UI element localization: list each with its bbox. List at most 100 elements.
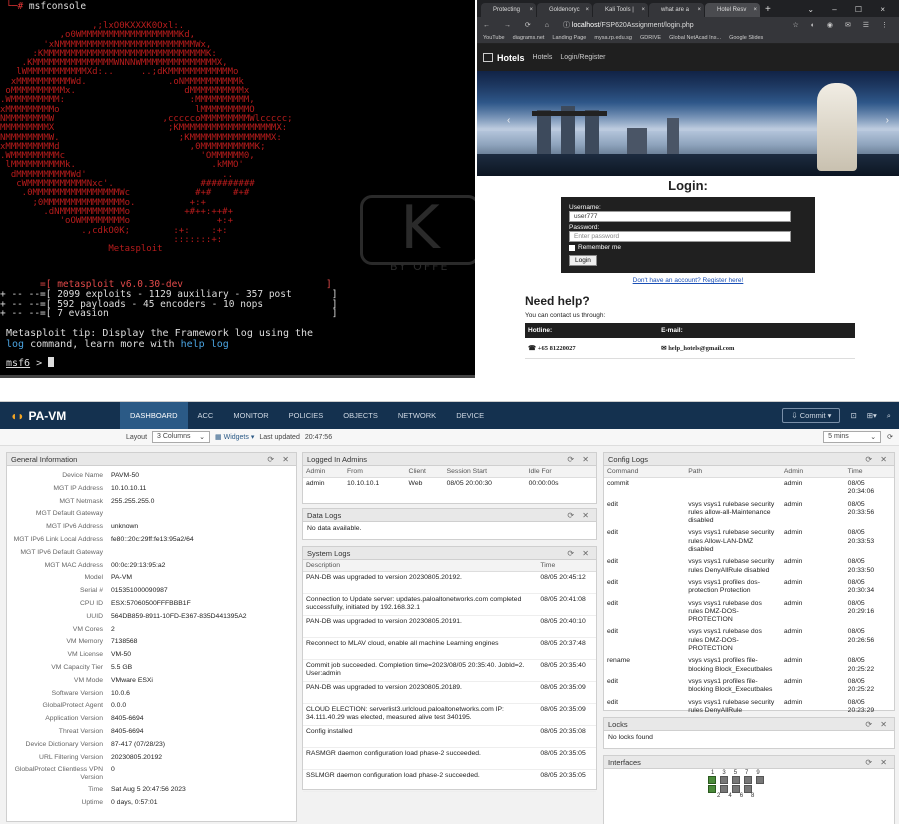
- port-icon[interactable]: [732, 785, 740, 793]
- table-row[interactable]: rename vsys vsys1 profiles file-blocking …: [604, 655, 894, 676]
- config-icon[interactable]: ⊞▾: [867, 411, 877, 420]
- table-row[interactable]: edit vsys vsys1 profiles file-blocking Bl…: [604, 676, 894, 697]
- column-header[interactable]: Path: [685, 466, 781, 478]
- column-header[interactable]: From: [344, 466, 406, 478]
- port-icon[interactable]: [720, 785, 728, 793]
- port-icon[interactable]: [756, 776, 764, 784]
- table-row[interactable]: SSLMGR daemon configuration load phase-2…: [303, 769, 596, 792]
- carousel-next-icon[interactable]: ›: [886, 115, 889, 126]
- metasploit-terminal[interactable]: └─# msfconsole ,;lxO0KXXXK0Oxl:. ,o0WMMM…: [0, 0, 475, 378]
- column-header[interactable]: Time: [537, 560, 596, 572]
- table-row[interactable]: edit vsys vsys1 rulebase dos rules DMZ-DO…: [604, 626, 894, 655]
- table-row[interactable]: commit admin 08/05 20:34:06: [604, 478, 894, 499]
- table-row[interactable]: CLOUD ELECTION: serverlist3.urlcloud.pal…: [303, 703, 596, 726]
- refresh-close-icons[interactable]: ⟳ ✕: [865, 756, 890, 769]
- bookmark-youtube[interactable]: YouTube: [483, 35, 505, 41]
- column-header[interactable]: Admin: [780, 466, 845, 478]
- password-input[interactable]: Enter password: [569, 231, 791, 242]
- browser-tab-active[interactable]: Hotel Resv ×: [705, 3, 760, 17]
- bookmark-landing-page[interactable]: Landing Page: [552, 35, 586, 41]
- close-icon[interactable]: ×: [585, 3, 589, 17]
- terminal-prompt[interactable]: msf6 >: [6, 357, 55, 369]
- port-icon[interactable]: [744, 785, 752, 793]
- table-row[interactable]: PAN-DB was upgraded to version 20230805.…: [303, 681, 596, 704]
- table-row[interactable]: edit vsys vsys1 rulebase security rules A…: [604, 527, 894, 556]
- port-icon[interactable]: [708, 785, 716, 793]
- nav-link-login-register[interactable]: Login/Register: [560, 54, 605, 61]
- table-row[interactable]: edit vsys vsys1 rulebase security rules D…: [604, 556, 894, 577]
- refresh-close-icons[interactable]: ⟳ ✕: [567, 509, 592, 522]
- table-cell: 08/05 20:25:22: [847, 657, 875, 673]
- column-header[interactable]: Time: [844, 466, 894, 478]
- tab-dashboard[interactable]: DASHBOARD: [120, 402, 188, 429]
- browser-tab[interactable]: Protecting ×: [481, 3, 536, 17]
- bookmark-diagrams[interactable]: diagrams.net: [513, 35, 545, 41]
- port-icon[interactable]: [732, 776, 740, 784]
- port-icon[interactable]: [708, 776, 716, 784]
- close-icon[interactable]: ×: [697, 3, 701, 17]
- layout-select[interactable]: 3 Columns ⌄: [152, 431, 211, 443]
- refresh-interval-select[interactable]: 5 mins ⌄: [823, 431, 882, 443]
- table-row[interactable]: edit vsys vsys1 rulebase security rules a…: [604, 499, 894, 528]
- column-header[interactable]: Admin: [303, 466, 345, 478]
- close-icon[interactable]: ×: [753, 3, 757, 17]
- tab-policies[interactable]: POLICIES: [279, 402, 334, 429]
- remember-me-checkbox[interactable]: [569, 244, 575, 251]
- browser-tab[interactable]: Kali Tools | ×: [593, 3, 648, 17]
- table-row[interactable]: admin 10.10.10.1 Web 08/05 20:00:30 00:00:00…: [303, 478, 596, 491]
- address-bar[interactable]: ⓘ localhost/FSP620Assignment/login.php: [563, 20, 694, 30]
- refresh-close-icons[interactable]: ⟳ ✕: [865, 718, 890, 731]
- tab-device[interactable]: DEVICE: [446, 402, 494, 429]
- table-row[interactable]: PAN-DB was upgraded to version 20230805.…: [303, 615, 596, 638]
- column-header[interactable]: Session Start: [443, 466, 526, 478]
- bookmark-mysa[interactable]: mysa.rp.edu.sg: [594, 35, 632, 41]
- table-row[interactable]: edit vsys vsys1 rulebase dos rules DMZ-DO…: [604, 598, 894, 627]
- bookmark-gdrive[interactable]: GDRIVE: [640, 35, 661, 41]
- column-header[interactable]: Idle For: [525, 466, 596, 478]
- table-row[interactable]: Connection to Update server: updates.pal…: [303, 593, 596, 616]
- bookmark-netacad[interactable]: Global NetAcad Ins...: [669, 35, 721, 41]
- new-tab-icon[interactable]: +: [765, 3, 771, 17]
- table-row[interactable]: edit vsys vsys1 rulebase security rules D…: [604, 697, 894, 718]
- window-controls[interactable]: ⌄ – ☐ ×: [807, 3, 899, 17]
- tab-acc[interactable]: ACC: [188, 402, 224, 429]
- close-icon[interactable]: ×: [529, 3, 533, 17]
- bookmark-google-slides[interactable]: Google Slides: [729, 35, 763, 41]
- nav-link-hotels[interactable]: Hotels: [533, 54, 553, 61]
- table-row[interactable]: Reconnect to MLAV cloud, enable all mach…: [303, 637, 596, 660]
- carousel-prev-icon[interactable]: ‹: [507, 115, 510, 126]
- port-icon[interactable]: [744, 776, 752, 784]
- table-row[interactable]: Config installed 08/05 20:35:08: [303, 725, 596, 748]
- lock-icon[interactable]: ⊡: [850, 411, 856, 420]
- widgets-menu[interactable]: ▦ Widgets ▾: [215, 433, 254, 441]
- port-icon[interactable]: [720, 776, 728, 784]
- table-row[interactable]: edit vsys vsys1 profiles dos-protection P…: [604, 577, 894, 598]
- refresh-close-icons[interactable]: ⟳ ✕: [267, 453, 292, 466]
- search-icon[interactable]: ⌕: [887, 411, 891, 421]
- login-button[interactable]: Login: [569, 255, 597, 266]
- browser-tab[interactable]: Goldenoryc ×: [537, 3, 592, 17]
- extension-icons[interactable]: ☆ ◐ ◉ ✉ ☰ ⋮: [793, 21, 899, 29]
- column-header[interactable]: Description: [303, 560, 538, 572]
- commit-button[interactable]: ⇩ Commit ▾: [782, 408, 841, 423]
- register-link[interactable]: Don't have an account? Register here!: [633, 277, 744, 284]
- nav-buttons-icon[interactable]: ← → ⟳ ⌂: [483, 21, 555, 29]
- table-row[interactable]: PAN-DB was upgraded to version 20230805.…: [303, 571, 596, 594]
- info-value: 87-417 (07/28/23): [111, 740, 166, 748]
- site-brand[interactable]: Hotels: [483, 53, 525, 63]
- browser-tab[interactable]: what are a ×: [649, 3, 704, 17]
- tab-network[interactable]: NETWORK: [388, 402, 446, 429]
- tab-monitor[interactable]: MONITOR: [223, 402, 278, 429]
- column-header[interactable]: Client: [405, 466, 444, 478]
- table-cell: edit: [607, 578, 618, 586]
- tab-objects[interactable]: OBJECTS: [333, 402, 388, 429]
- refresh-close-icons[interactable]: ⟳ ✕: [567, 547, 592, 560]
- refresh-icon[interactable]: ⟳: [887, 433, 893, 441]
- username-input[interactable]: user777: [569, 211, 791, 222]
- refresh-close-icons[interactable]: ⟳ ✕: [865, 453, 890, 466]
- table-row[interactable]: RASMGR daemon configuration load phase-2…: [303, 747, 596, 770]
- column-header[interactable]: Command: [604, 466, 686, 478]
- close-icon[interactable]: ×: [641, 3, 645, 17]
- table-row[interactable]: Commit job succeeded. Completion time=20…: [303, 659, 596, 682]
- refresh-close-icons[interactable]: ⟳ ✕: [567, 453, 592, 466]
